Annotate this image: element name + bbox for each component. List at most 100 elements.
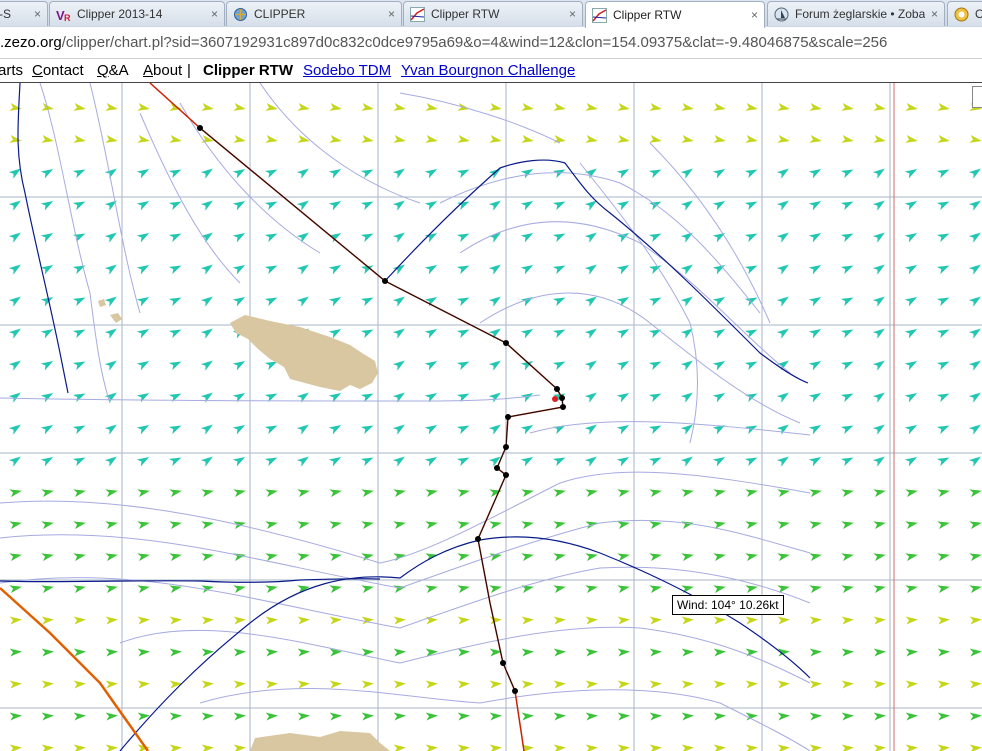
- url-text[interactable]: .zezo.org/clipper/chart.pl?sid=360719293…: [0, 34, 887, 51]
- wind-arrow: [616, 329, 630, 339]
- wind-arrow: [424, 361, 438, 371]
- close-icon[interactable]: ×: [211, 7, 218, 21]
- wind-arrow: [264, 425, 278, 435]
- wind-arrow: [9, 521, 22, 530]
- wind-arrow: [393, 103, 406, 111]
- nav-link-yvan-bourgnon[interactable]: Yvan Bourgnon Challenge: [401, 62, 575, 79]
- wind-arrow: [841, 553, 854, 562]
- wind-arrow: [169, 744, 182, 751]
- close-icon[interactable]: ×: [931, 7, 938, 21]
- wind-arrow: [616, 201, 630, 211]
- wind-arrow: [40, 169, 54, 179]
- nav-link-qa[interactable]: Q&A: [97, 62, 129, 79]
- wind-arrow: [200, 360, 213, 371]
- tab-2[interactable]: VR Clipper 2013-14 ×: [49, 1, 225, 26]
- tab-4-label: Clipper RTW: [431, 7, 500, 21]
- close-icon[interactable]: ×: [569, 7, 576, 21]
- tab-5-active[interactable]: Clipper RTW ×: [585, 1, 765, 28]
- wind-arrow: [584, 456, 597, 467]
- wind-arrow: [840, 457, 854, 467]
- wind-arrow: [329, 103, 342, 111]
- chart-canvas[interactable]: [0, 83, 982, 751]
- wind-arrow: [200, 456, 213, 467]
- wind-arrow: [361, 489, 374, 498]
- wind-arrow: [553, 553, 566, 562]
- wind-arrow: [808, 393, 822, 403]
- track-point: [503, 444, 509, 450]
- wind-arrow: [329, 680, 342, 689]
- wind-arrow: [105, 744, 118, 751]
- nav-link-sodebo[interactable]: Sodebo TDM: [303, 62, 391, 79]
- wind-arrow: [585, 648, 598, 657]
- wind-arrow: [137, 648, 150, 657]
- wind-arrow: [457, 744, 470, 751]
- wind-arrow: [521, 585, 534, 594]
- wind-arrow: [9, 744, 22, 751]
- wind-arrow: [841, 744, 854, 751]
- nav-separator: |: [187, 62, 191, 79]
- wind-arrow: [681, 648, 694, 657]
- wind-arrow: [40, 393, 54, 403]
- track-point: [197, 125, 203, 131]
- wind-arrow: [552, 201, 566, 211]
- wind-arrow: [488, 328, 501, 339]
- isobar: [39, 83, 111, 404]
- wind-arrow: [712, 329, 726, 339]
- wind-arrow: [649, 103, 662, 111]
- tab-6[interactable]: Forum żeglarskie • Zoba ×: [767, 1, 945, 26]
- nav-link-charts[interactable]: arts: [0, 62, 23, 79]
- wind-arrow: [425, 585, 438, 594]
- wind-arrow: [9, 553, 22, 562]
- wind-arrow: [233, 135, 246, 143]
- wind-arrow: [968, 360, 981, 371]
- wind-arrow: [617, 648, 630, 657]
- wind-arrow: [681, 553, 694, 562]
- track-point: [560, 404, 566, 410]
- wind-arrow: [232, 297, 246, 307]
- close-icon[interactable]: ×: [388, 7, 395, 21]
- wind-arrow: [745, 489, 758, 498]
- address-bar[interactable]: .zezo.org/clipper/chart.pl?sid=360719293…: [0, 27, 982, 59]
- wind-arrow: [105, 616, 118, 625]
- wind-arrow: [425, 744, 438, 751]
- wind-arrow: [392, 296, 405, 307]
- tab-4[interactable]: Clipper RTW ×: [403, 1, 583, 26]
- wind-arrow: [553, 744, 566, 751]
- wind-arrow: [201, 521, 214, 530]
- wind-arrow: [297, 553, 310, 562]
- tab-7[interactable]: O: [947, 1, 982, 26]
- wind-arrow: [968, 168, 981, 179]
- track-point: [505, 414, 511, 420]
- wind-arrow: [584, 232, 597, 243]
- wind-arrow: [328, 329, 342, 339]
- close-icon[interactable]: ×: [34, 7, 41, 21]
- wind-arrow: [777, 744, 790, 751]
- close-icon[interactable]: ×: [751, 8, 758, 22]
- wind-arrow: [616, 457, 630, 467]
- wind-arrow: [73, 744, 86, 751]
- wind-arrow: [41, 585, 54, 594]
- wind-arrow: [904, 201, 918, 211]
- tab-1[interactable]: -S ×: [0, 1, 48, 26]
- nav-link-contact[interactable]: Contact: [32, 62, 84, 79]
- wind-arrow: [105, 135, 118, 143]
- chart-control-box[interactable]: [972, 86, 982, 108]
- tab-3[interactable]: CLIPPER ×: [226, 1, 402, 26]
- wind-arrow: [8, 296, 21, 307]
- wind-arrow: [809, 585, 822, 594]
- wind-arrow: [616, 393, 630, 403]
- wind-arrow: [137, 103, 150, 111]
- route-line: [149, 83, 564, 751]
- wind-arrow: [265, 616, 278, 625]
- island: [230, 315, 378, 391]
- wind-arrow: [905, 744, 918, 751]
- wind-arrow: [360, 233, 374, 243]
- wind-arrow: [649, 553, 662, 562]
- wind-arrow: [905, 553, 918, 562]
- wind-chart[interactable]: Wind: 104° 10.26kt: [0, 83, 982, 751]
- wind-arrow: [777, 135, 790, 143]
- nav-link-about[interactable]: About: [143, 62, 182, 79]
- wind-arrow: [425, 135, 438, 143]
- wind-arrow: [712, 265, 726, 275]
- wind-arrow: [905, 521, 918, 530]
